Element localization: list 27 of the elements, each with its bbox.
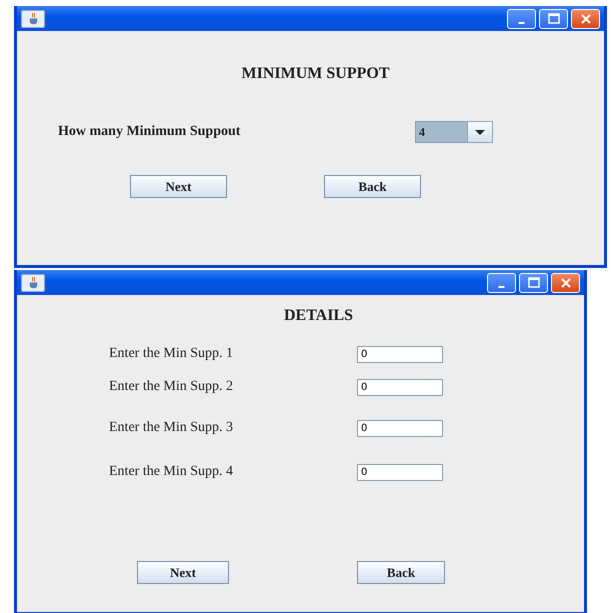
dialog-button[interactable]: Next [137,561,229,584]
dialog-heading: MINIMUM SUPPOT [242,65,390,83]
maximize-button[interactable] [539,8,568,28]
minimize-icon [498,286,505,288]
field-label: Enter the Min Supp. 4 [109,464,234,480]
minimize-button[interactable] [487,272,516,292]
count-dropdown[interactable]: 4 [415,121,493,143]
field-label: Enter the Min Supp. 3 [109,420,234,436]
dialog-button[interactable]: Next [130,175,227,198]
prompt-label: How many Minimum Suppout [58,124,242,140]
dialog-heading: DETAILS [284,307,354,325]
dropdown-arrow-icon [475,130,485,134]
minimize-button[interactable] [507,8,536,28]
field-label: Enter the Min Supp. 1 [109,346,234,362]
input-field[interactable]: 0 [357,464,443,480]
field-label: Enter the Min Supp. 2 [109,379,234,395]
input-field[interactable]: 0 [357,346,443,362]
dialog-button[interactable]: Back [324,175,421,198]
input-field[interactable]: 0 [357,420,443,436]
close-button[interactable] [551,272,580,292]
close-button[interactable] [571,8,600,28]
maximize-button[interactable] [519,272,548,292]
dialog-button[interactable]: Back [357,561,445,584]
minimize-icon [518,22,525,24]
input-field[interactable]: 0 [357,378,443,396]
maximize-icon [526,274,542,290]
maximize-icon [546,10,562,26]
